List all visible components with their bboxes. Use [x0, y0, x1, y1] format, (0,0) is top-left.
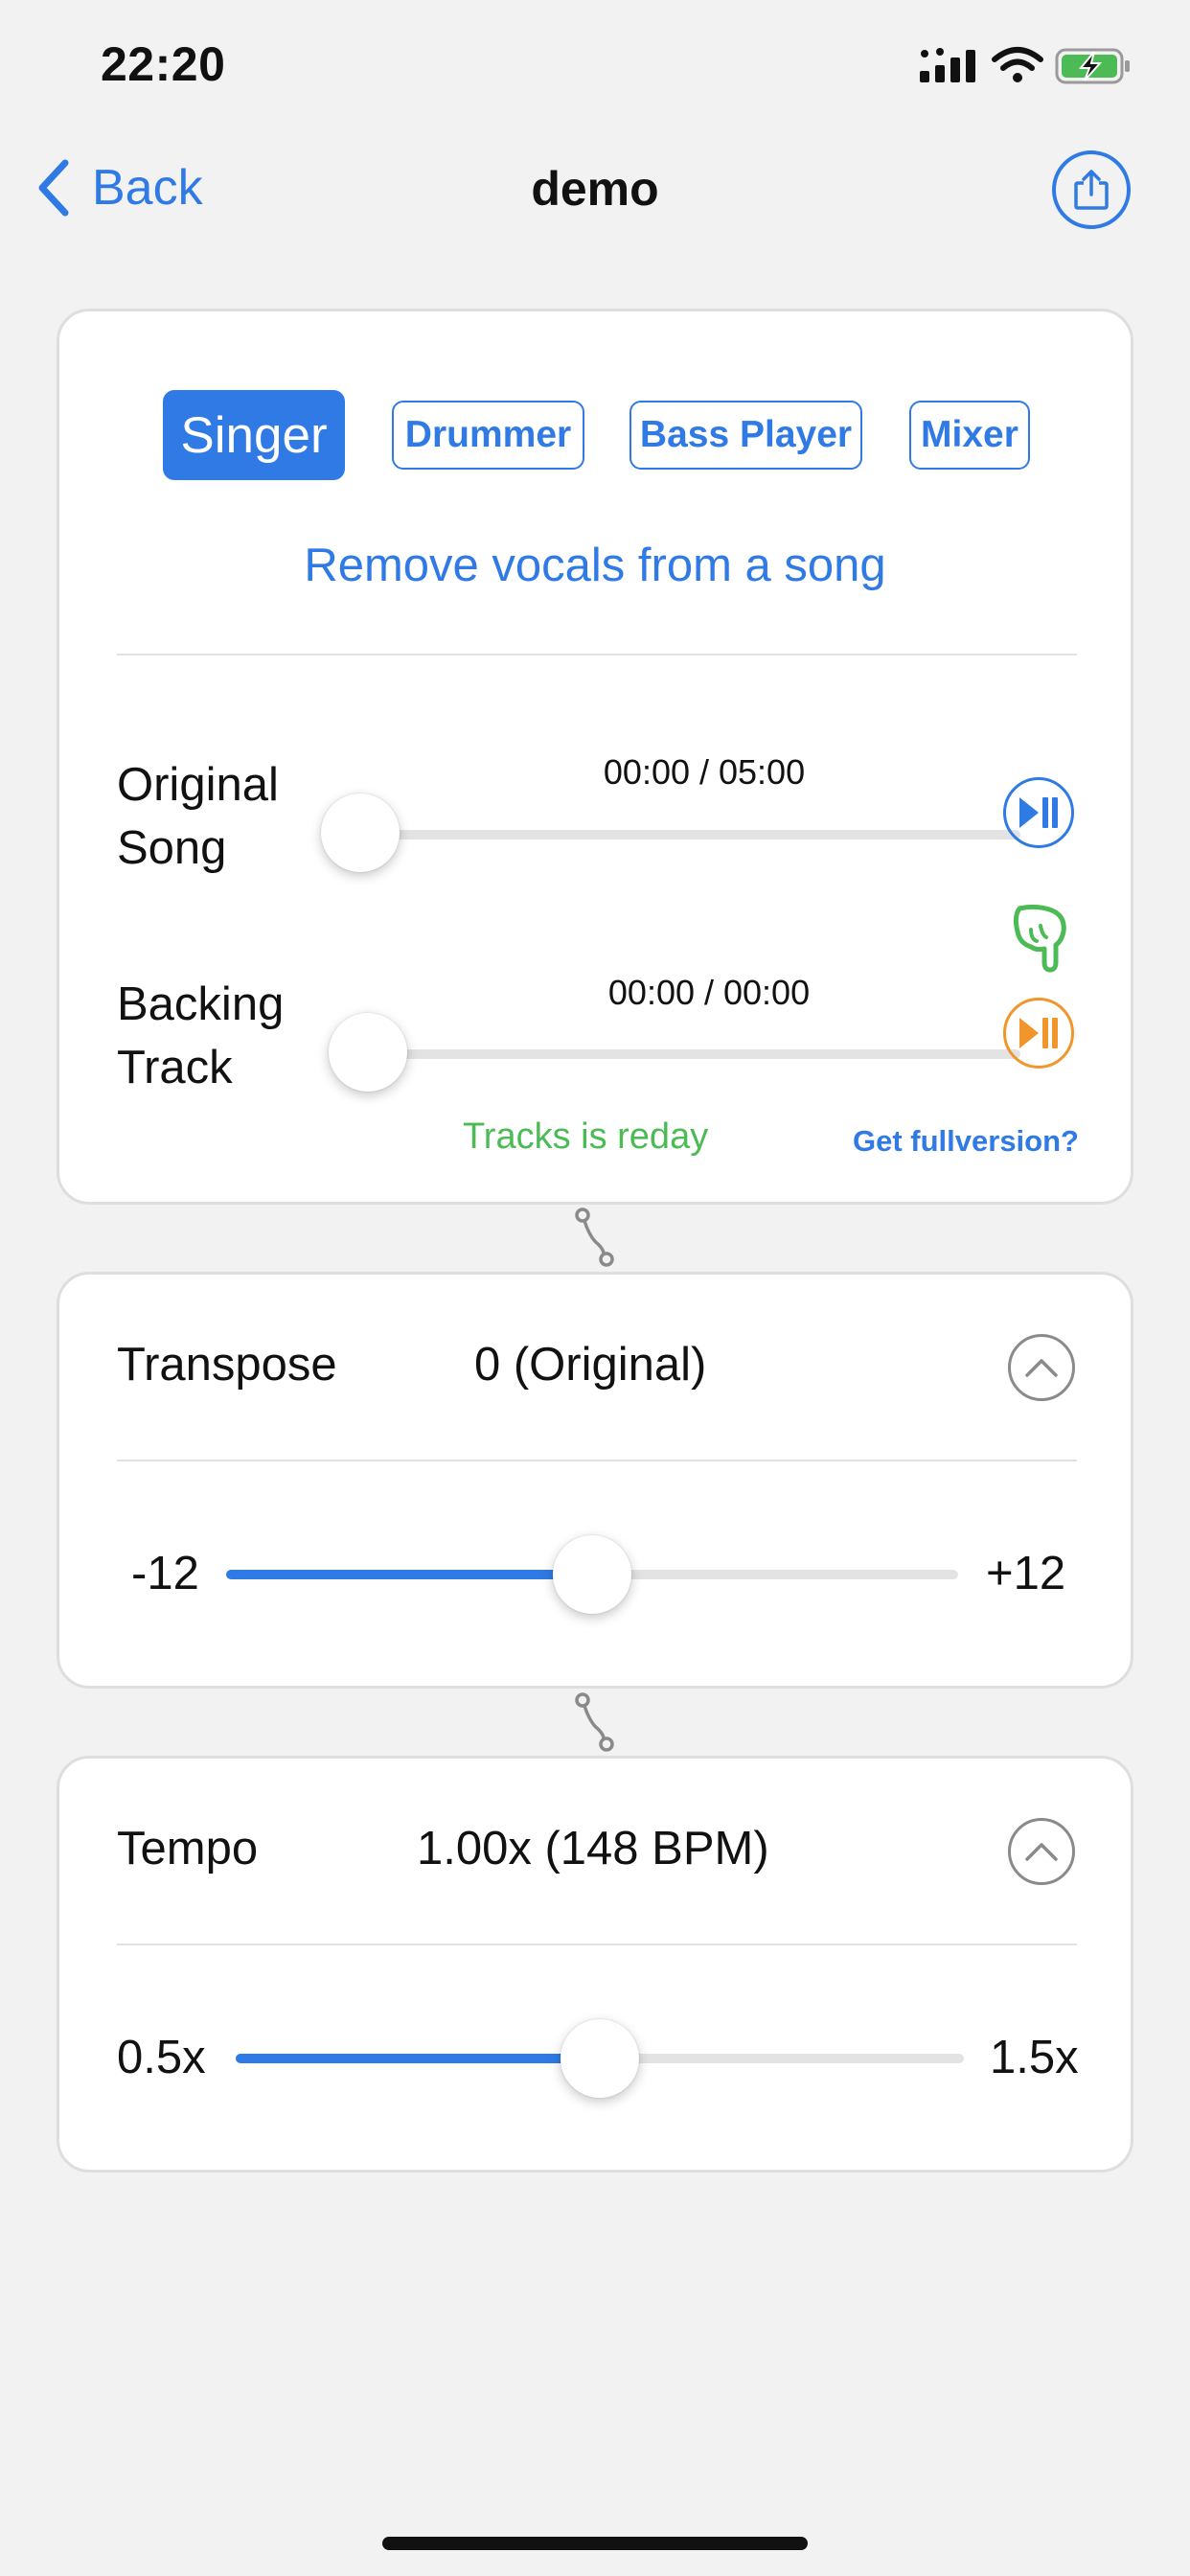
divider — [117, 654, 1077, 656]
transpose-value: 0 (Original) — [474, 1339, 707, 1391]
link-icon — [575, 1208, 614, 1267]
wifi-icon — [992, 47, 1043, 82]
tempo-slider-fill — [236, 2054, 600, 2063]
share-icon — [1074, 170, 1109, 210]
divider — [117, 1460, 1077, 1461]
track-card: Singer Drummer Bass Player Mixer Remove … — [57, 309, 1133, 1205]
link-icon — [575, 1692, 614, 1752]
transpose-slider-fill — [226, 1570, 592, 1579]
play-pause-icon — [1019, 797, 1058, 828]
backing-play-pause-button[interactable] — [1003, 998, 1074, 1069]
pointing-hand-icon — [1013, 904, 1066, 973]
get-full-version-link[interactable]: Get fullversion? — [853, 1124, 1079, 1159]
share-button[interactable] — [1052, 150, 1131, 229]
backing-track-label: Backing Track — [117, 978, 285, 1093]
original-song-seek-thumb[interactable] — [321, 794, 400, 872]
divider — [117, 1944, 1077, 1945]
tempo-value: 1.00x (148 BPM) — [417, 1823, 769, 1874]
tempo-max-label: 1.5x — [990, 2032, 1079, 2083]
mode-description: Remove vocals from a song — [304, 540, 886, 591]
transpose-collapse-button[interactable] — [1008, 1334, 1075, 1401]
tab-bass-player[interactable]: Bass Player — [629, 401, 862, 470]
chevron-up-icon — [1025, 1359, 1058, 1377]
tab-singer[interactable]: Singer — [163, 390, 345, 480]
tempo-collapse-button[interactable] — [1008, 1818, 1075, 1885]
transpose-slider-thumb[interactable] — [553, 1535, 631, 1614]
transpose-max-label: +12 — [986, 1548, 1066, 1599]
transpose-card: Transpose 0 (Original) -12 +12 — [57, 1272, 1133, 1689]
tempo-label: Tempo — [117, 1823, 259, 1874]
backing-track-time: 00:00 / 00:00 — [607, 973, 811, 1012]
original-song-seek-track[interactable] — [364, 830, 1020, 840]
page-title: demo — [531, 162, 659, 216]
chevron-up-icon — [1025, 1843, 1058, 1861]
tempo-min-label: 0.5x — [117, 2032, 206, 2083]
home-indicator — [382, 2537, 808, 2550]
backing-track-seek-thumb[interactable] — [329, 1013, 407, 1092]
battery-charging-icon — [1055, 48, 1130, 84]
tracks-status-text: Tracks is reday — [463, 1116, 709, 1157]
transpose-label: Transpose — [117, 1339, 337, 1391]
cellular-signal-icon — [920, 48, 975, 82]
tempo-card: Tempo 1.00x (148 BPM) 0.5x 1.5x — [57, 1756, 1133, 2173]
tab-drummer[interactable]: Drummer — [392, 401, 584, 470]
status-time: 22:20 — [101, 37, 226, 91]
play-pause-icon — [1019, 1018, 1058, 1048]
tempo-slider-thumb[interactable] — [561, 2019, 639, 2098]
backing-track-seek-track[interactable] — [372, 1049, 1020, 1059]
status-icons — [920, 47, 1130, 84]
original-song-label: Original Song — [117, 759, 279, 874]
tab-mixer[interactable]: Mixer — [909, 401, 1030, 470]
original-song-time: 00:00 / 05:00 — [603, 752, 806, 792]
original-play-pause-button[interactable] — [1003, 777, 1074, 848]
transpose-min-label: -12 — [131, 1548, 199, 1599]
